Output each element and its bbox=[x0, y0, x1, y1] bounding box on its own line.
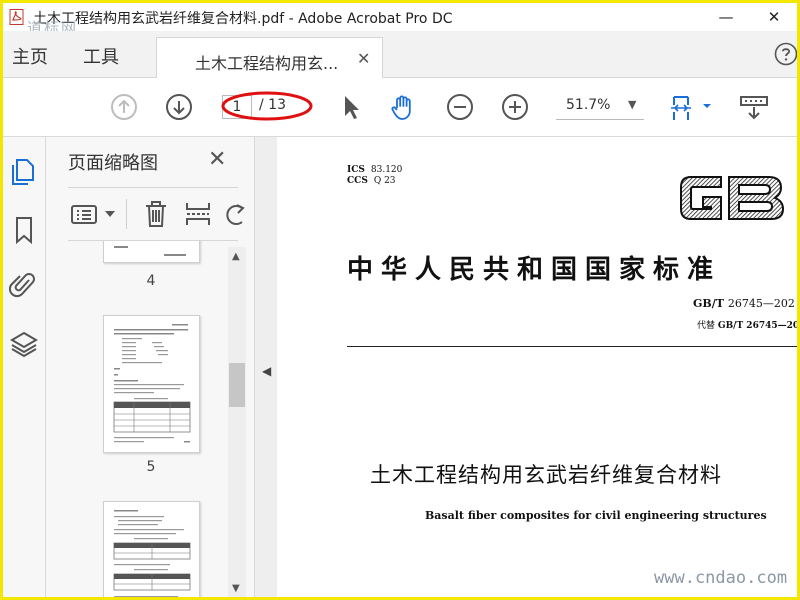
watermark-bottom: www.cndao.com bbox=[654, 568, 788, 588]
standard-number-value: 26745—202 bbox=[727, 297, 795, 310]
thumbnail-scrollbar[interactable]: ▲ ▼ bbox=[228, 247, 246, 597]
ccs-value: Q 23 bbox=[373, 176, 396, 186]
thumbnail-list: 4 5 bbox=[46, 241, 226, 597]
read-mode-icon[interactable] bbox=[739, 92, 769, 122]
zoom-in-icon[interactable] bbox=[500, 92, 530, 122]
collapse-arrow-icon[interactable]: ◀ bbox=[262, 364, 271, 378]
header-rule bbox=[347, 346, 797, 347]
close-window-button[interactable]: ✕ bbox=[751, 3, 797, 31]
panel-title: 页面缩略图 bbox=[68, 153, 158, 174]
thumbnail-options-icon[interactable] bbox=[70, 201, 100, 229]
panel-divider bbox=[68, 187, 238, 188]
thumbnail-page-6[interactable] bbox=[103, 501, 200, 597]
insert-page-icon[interactable] bbox=[184, 199, 212, 229]
panel-collapse-strip[interactable]: ◀ bbox=[254, 137, 278, 597]
help-icon[interactable] bbox=[774, 42, 798, 66]
thumbnail-label: 4 bbox=[146, 273, 156, 289]
attachment-icon[interactable] bbox=[9, 270, 39, 300]
document-title-en: Basalt fiber composites for civil engine… bbox=[425, 509, 767, 522]
standard-title: 中华人民共和国国家标准 bbox=[347, 255, 722, 285]
zoom-out-icon[interactable] bbox=[445, 92, 475, 122]
acrobat-pdf-icon bbox=[9, 9, 24, 25]
gb-logo: GB bbox=[677, 167, 785, 220]
standard-number: GB/T 26745—202 bbox=[693, 297, 795, 310]
minimize-button[interactable]: — bbox=[703, 3, 749, 31]
thumbnail-page-5[interactable] bbox=[103, 315, 200, 453]
ics-value: 83.120 bbox=[370, 165, 403, 175]
page-preview bbox=[114, 246, 186, 256]
navigation-rail bbox=[3, 137, 46, 597]
thumbnail-label: 5 bbox=[146, 459, 156, 475]
window-title: 土木工程结构用玄武岩纤维复合材料.pdf - Adobe Acrobat Pro… bbox=[33, 11, 453, 27]
zoom-value: 51.7% bbox=[566, 97, 611, 113]
gb-logo-text: GB bbox=[677, 167, 679, 168]
tab-document[interactable]: 土木工程结构用玄... ✕ bbox=[156, 37, 383, 79]
scrollbar-thumb[interactable] bbox=[229, 363, 245, 407]
hand-tool-icon[interactable] bbox=[389, 92, 419, 122]
page-thumbnails-icon[interactable] bbox=[9, 157, 39, 187]
thumbnails-panel: 页面缩略图 ✕ 4 5 ▲ ▼ bbox=[46, 137, 254, 597]
toolbar-divider bbox=[126, 199, 127, 229]
select-cursor-icon[interactable] bbox=[336, 92, 366, 122]
zoom-select[interactable]: 51.7% ▼ bbox=[556, 93, 644, 120]
bookmark-icon[interactable] bbox=[9, 215, 39, 245]
replaces-code: GB/T 26745—20 bbox=[717, 321, 797, 331]
chevron-down-icon: ▼ bbox=[628, 98, 637, 111]
title-bar: 土木工程结构用玄武岩纤维复合材料.pdf - Adobe Acrobat Pro… bbox=[3, 3, 797, 37]
page-preview bbox=[113, 510, 191, 597]
fit-page-icon[interactable] bbox=[669, 92, 717, 122]
menu-tools[interactable]: 工具 bbox=[83, 43, 119, 69]
previous-page-icon[interactable] bbox=[109, 92, 139, 122]
document-viewport[interactable]: ICS 83.120 CCS Q 23 GB 中华人民共和国国家标准 GB/T 267… bbox=[277, 137, 797, 597]
ics-label: ICS bbox=[347, 165, 365, 175]
ccs-label: CCS bbox=[347, 176, 368, 186]
toolbar: 1 / 13 51.7% ▼ bbox=[3, 78, 797, 137]
tab-row: 主页 工具 土木工程结构用玄... ✕ bbox=[3, 31, 798, 79]
next-page-icon[interactable] bbox=[164, 92, 194, 122]
standard-code: GB/T bbox=[693, 297, 724, 310]
page-preview bbox=[113, 324, 191, 443]
rotate-icon[interactable] bbox=[224, 199, 248, 229]
replaces-label: 代替 bbox=[697, 321, 716, 331]
tab-close-button[interactable]: ✕ bbox=[357, 49, 370, 68]
panel-toolbar bbox=[68, 195, 248, 235]
layers-icon[interactable] bbox=[9, 329, 39, 359]
replaces-standard: 代替 GB/T 26745—20 bbox=[697, 318, 797, 331]
scroll-down-icon[interactable]: ▼ bbox=[232, 583, 240, 594]
classification-codes: ICS 83.120 CCS Q 23 bbox=[347, 165, 402, 187]
document-page: ICS 83.120 CCS Q 23 GB 中华人民共和国国家标准 GB/T 267… bbox=[277, 137, 797, 597]
panel-close-button[interactable]: ✕ bbox=[208, 147, 226, 172]
scroll-up-icon[interactable]: ▲ bbox=[232, 251, 240, 262]
trash-icon[interactable] bbox=[142, 199, 170, 229]
document-title-cn: 土木工程结构用玄武岩纤维复合材料 bbox=[370, 463, 722, 487]
thumbnail-page-4[interactable] bbox=[103, 241, 200, 263]
menu-home[interactable]: 主页 bbox=[12, 43, 48, 69]
annotation-ellipse bbox=[221, 91, 313, 121]
chevron-down-icon[interactable] bbox=[104, 209, 116, 219]
tab-document-label: 土木工程结构用玄... bbox=[195, 54, 339, 73]
